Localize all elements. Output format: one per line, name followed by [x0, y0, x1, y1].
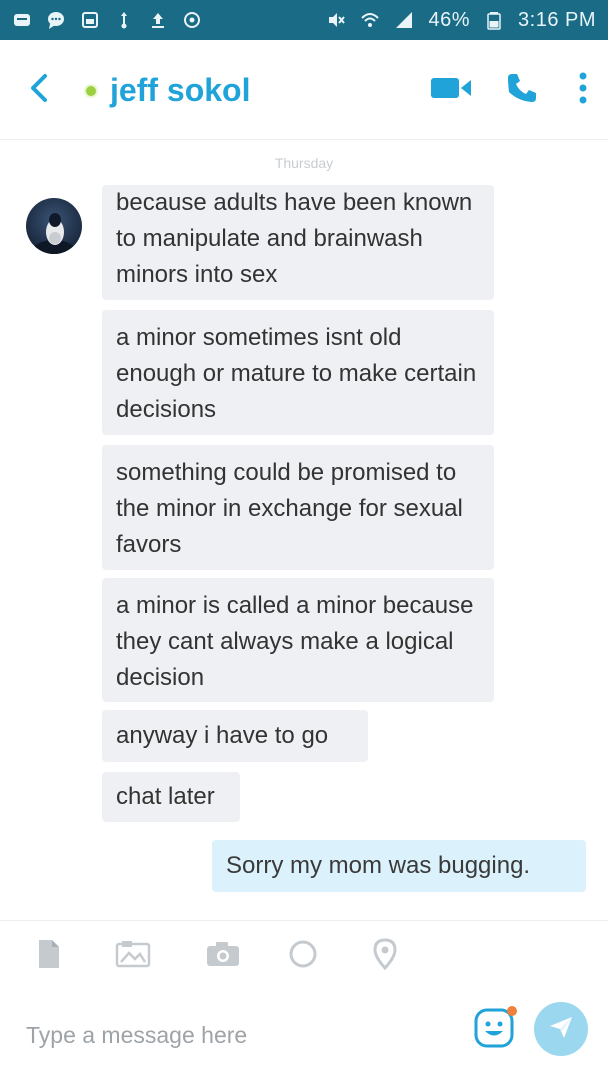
status-bar: 46% 3:16 PM: [0, 0, 608, 40]
media-icon: [114, 939, 152, 974]
message-icon: [12, 10, 32, 30]
more-vertical-icon: [578, 71, 588, 110]
contact-name[interactable]: jeff sokol: [110, 70, 250, 110]
send-file-button[interactable]: [28, 935, 70, 977]
incoming-message[interactable]: a minor is called a minor because they c…: [102, 578, 494, 702]
smiley-icon: [471, 1003, 519, 1056]
emoji-picker-button[interactable]: [470, 1004, 520, 1054]
upload-icon: [148, 10, 168, 30]
sync-icon: [182, 10, 202, 30]
video-call-icon: [429, 75, 473, 106]
send-icon: [547, 1013, 575, 1046]
outgoing-message[interactable]: Sorry my mom was bugging.: [212, 840, 586, 892]
message-input[interactable]: [24, 1012, 458, 1058]
day-separator: Thursday: [274, 155, 334, 171]
more-options-button[interactable]: [568, 68, 598, 112]
chat-bubble-icon: [46, 10, 66, 30]
send-button[interactable]: [534, 1002, 588, 1056]
contact-avatar[interactable]: [26, 198, 82, 254]
presence-status-dot: [84, 84, 98, 98]
avatar-image: [32, 213, 76, 254]
incoming-message[interactable]: chat later: [102, 772, 240, 822]
message-list[interactable]: Thursday because adults have been known …: [0, 140, 608, 920]
share-location-button[interactable]: [364, 935, 406, 977]
status-bar-system: 46% 3:16 PM: [326, 9, 596, 32]
camera-icon: [204, 939, 242, 974]
call-button[interactable]: [500, 68, 544, 112]
camera-button[interactable]: [202, 935, 244, 977]
incoming-message[interactable]: a minor sometimes isnt old enough or mat…: [102, 310, 494, 435]
send-media-button[interactable]: [112, 935, 154, 977]
emoticon-button[interactable]: [282, 935, 324, 977]
clock: 3:16 PM: [518, 8, 596, 31]
sim-icon: [80, 10, 100, 30]
battery-percent: 46%: [428, 8, 471, 31]
location-icon: [372, 937, 398, 976]
video-call-button[interactable]: [428, 68, 474, 112]
battery-icon: [484, 10, 504, 30]
wifi-icon: [360, 10, 380, 30]
incoming-message[interactable]: because adults have been known to manipu…: [102, 185, 494, 300]
message-composer: [0, 992, 608, 1080]
signal-icon: [394, 10, 414, 30]
back-button[interactable]: [22, 70, 56, 110]
phone-icon: [505, 71, 539, 110]
attachment-toolbar: [0, 920, 608, 992]
mute-icon: [326, 10, 346, 30]
incoming-message[interactable]: anyway i have to go: [102, 710, 368, 762]
back-icon: [28, 71, 50, 110]
emoticon-circle-icon: [286, 937, 320, 976]
file-icon: [34, 937, 64, 976]
incoming-message[interactable]: something could be promised to the minor…: [102, 445, 494, 570]
usb-icon: [114, 10, 134, 30]
status-bar-notifications: [12, 10, 202, 30]
chat-header: jeff sokol: [0, 40, 608, 140]
